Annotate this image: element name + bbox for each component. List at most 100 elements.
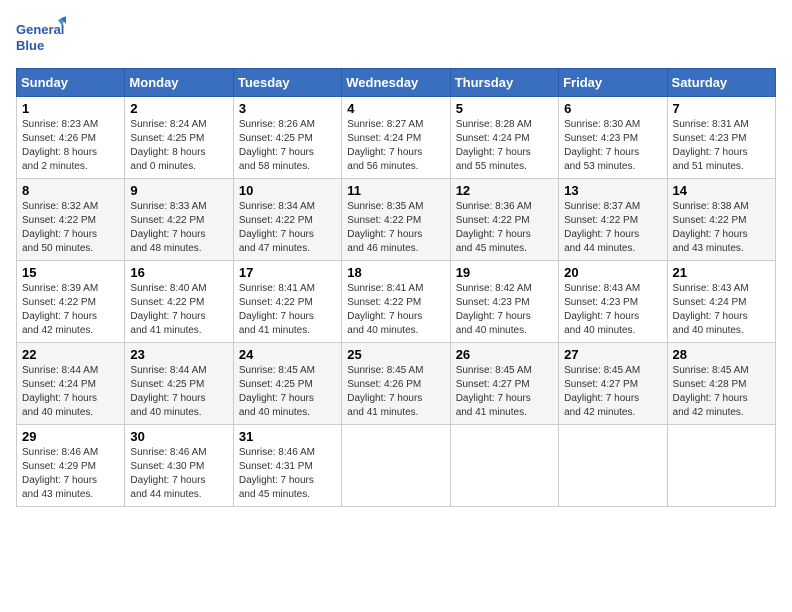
- day-info: Sunrise: 8:45 AMSunset: 4:26 PMDaylight:…: [347, 365, 423, 418]
- day-number: 1: [22, 101, 119, 116]
- day-number: 12: [456, 183, 553, 198]
- calendar-cell: [342, 425, 450, 507]
- calendar-cell: 7 Sunrise: 8:31 AMSunset: 4:23 PMDaylight…: [667, 97, 775, 179]
- day-number: 9: [130, 183, 227, 198]
- calendar-week-row: 8 Sunrise: 8:32 AMSunset: 4:22 PMDaylight…: [17, 179, 776, 261]
- weekday-header: Friday: [559, 69, 667, 97]
- day-info: Sunrise: 8:44 AMSunset: 4:24 PMDaylight:…: [22, 365, 98, 418]
- svg-text:Blue: Blue: [16, 38, 44, 53]
- weekday-header: Thursday: [450, 69, 558, 97]
- day-info: Sunrise: 8:34 AMSunset: 4:22 PMDaylight:…: [239, 201, 315, 254]
- day-number: 4: [347, 101, 444, 116]
- day-info: Sunrise: 8:41 AMSunset: 4:22 PMDaylight:…: [347, 283, 423, 336]
- calendar-cell: [667, 425, 775, 507]
- day-number: 25: [347, 347, 444, 362]
- weekday-header: Tuesday: [233, 69, 341, 97]
- day-number: 17: [239, 265, 336, 280]
- calendar-cell: 29 Sunrise: 8:46 AMSunset: 4:29 PMDayligh…: [17, 425, 125, 507]
- day-number: 14: [673, 183, 770, 198]
- day-info: Sunrise: 8:46 AMSunset: 4:29 PMDaylight:…: [22, 447, 98, 500]
- calendar-cell: 14 Sunrise: 8:38 AMSunset: 4:22 PMDayligh…: [667, 179, 775, 261]
- day-info: Sunrise: 8:37 AMSunset: 4:22 PMDaylight:…: [564, 201, 640, 254]
- calendar-cell: 30 Sunrise: 8:46 AMSunset: 4:30 PMDayligh…: [125, 425, 233, 507]
- calendar-cell: [559, 425, 667, 507]
- day-info: Sunrise: 8:38 AMSunset: 4:22 PMDaylight:…: [673, 201, 749, 254]
- day-info: Sunrise: 8:44 AMSunset: 4:25 PMDaylight:…: [130, 365, 206, 418]
- logo: General Blue: [16, 16, 66, 60]
- day-info: Sunrise: 8:27 AMSunset: 4:24 PMDaylight:…: [347, 119, 423, 172]
- calendar-week-row: 15Sunrise: 8:39 AMSunset: 4:22 PMDayligh…: [17, 261, 776, 343]
- calendar-cell: 5 Sunrise: 8:28 AMSunset: 4:24 PMDaylight…: [450, 97, 558, 179]
- calendar-cell: 19 Sunrise: 8:42 AMSunset: 4:23 PMDayligh…: [450, 261, 558, 343]
- day-info: Sunrise: 8:43 AMSunset: 4:23 PMDaylight:…: [564, 283, 640, 336]
- calendar-week-row: 22 Sunrise: 8:44 AMSunset: 4:24 PMDayligh…: [17, 343, 776, 425]
- calendar-cell: 25 Sunrise: 8:45 AMSunset: 4:26 PMDayligh…: [342, 343, 450, 425]
- logo-icon: General Blue: [16, 16, 66, 60]
- calendar-cell: 9Sunrise: 8:33 AMSunset: 4:22 PMDaylight…: [125, 179, 233, 261]
- calendar-cell: 3 Sunrise: 8:26 AMSunset: 4:25 PMDaylight…: [233, 97, 341, 179]
- day-number: 3: [239, 101, 336, 116]
- day-number: 18: [347, 265, 444, 280]
- calendar-cell: 20 Sunrise: 8:43 AMSunset: 4:23 PMDayligh…: [559, 261, 667, 343]
- calendar-week-row: 1 Sunrise: 8:23 AMSunset: 4:26 PMDaylight…: [17, 97, 776, 179]
- day-info: Sunrise: 8:31 AMSunset: 4:23 PMDaylight:…: [673, 119, 749, 172]
- day-number: 31: [239, 429, 336, 444]
- calendar-cell: 28 Sunrise: 8:45 AMSunset: 4:28 PMDayligh…: [667, 343, 775, 425]
- calendar-cell: 11 Sunrise: 8:35 AMSunset: 4:22 PMDayligh…: [342, 179, 450, 261]
- day-number: 23: [130, 347, 227, 362]
- calendar-cell: 27Sunrise: 8:45 AMSunset: 4:27 PMDayligh…: [559, 343, 667, 425]
- day-number: 20: [564, 265, 661, 280]
- calendar-cell: 18 Sunrise: 8:41 AMSunset: 4:22 PMDayligh…: [342, 261, 450, 343]
- day-number: 7: [673, 101, 770, 116]
- calendar-cell: [450, 425, 558, 507]
- day-info: Sunrise: 8:35 AMSunset: 4:22 PMDaylight:…: [347, 201, 423, 254]
- day-info: Sunrise: 8:46 AMSunset: 4:30 PMDaylight:…: [130, 447, 206, 500]
- day-number: 11: [347, 183, 444, 198]
- day-info: Sunrise: 8:45 AMSunset: 4:25 PMDaylight:…: [239, 365, 315, 418]
- day-number: 22: [22, 347, 119, 362]
- day-info: Sunrise: 8:46 AMSunset: 4:31 PMDaylight:…: [239, 447, 315, 500]
- day-info: Sunrise: 8:45 AMSunset: 4:27 PMDaylight:…: [564, 365, 640, 418]
- day-number: 21: [673, 265, 770, 280]
- day-number: 30: [130, 429, 227, 444]
- day-info: Sunrise: 8:45 AMSunset: 4:28 PMDaylight:…: [673, 365, 749, 418]
- weekday-header-row: SundayMondayTuesdayWednesdayThursdayFrid…: [17, 69, 776, 97]
- day-number: 8: [22, 183, 119, 198]
- calendar-cell: 13 Sunrise: 8:37 AMSunset: 4:22 PMDayligh…: [559, 179, 667, 261]
- calendar-cell: 12 Sunrise: 8:36 AMSunset: 4:22 PMDayligh…: [450, 179, 558, 261]
- calendar-cell: 10 Sunrise: 8:34 AMSunset: 4:22 PMDayligh…: [233, 179, 341, 261]
- day-info: Sunrise: 8:26 AMSunset: 4:25 PMDaylight:…: [239, 119, 315, 172]
- day-number: 19: [456, 265, 553, 280]
- weekday-header: Saturday: [667, 69, 775, 97]
- day-number: 2: [130, 101, 227, 116]
- calendar-cell: 1 Sunrise: 8:23 AMSunset: 4:26 PMDaylight…: [17, 97, 125, 179]
- calendar-week-row: 29 Sunrise: 8:46 AMSunset: 4:29 PMDayligh…: [17, 425, 776, 507]
- day-info: Sunrise: 8:28 AMSunset: 4:24 PMDaylight:…: [456, 119, 532, 172]
- day-number: 6: [564, 101, 661, 116]
- calendar-cell: 26Sunrise: 8:45 AMSunset: 4:27 PMDayligh…: [450, 343, 558, 425]
- calendar-cell: 2 Sunrise: 8:24 AMSunset: 4:25 PMDaylight…: [125, 97, 233, 179]
- day-info: Sunrise: 8:36 AMSunset: 4:22 PMDaylight:…: [456, 201, 532, 254]
- day-number: 10: [239, 183, 336, 198]
- day-info: Sunrise: 8:42 AMSunset: 4:23 PMDaylight:…: [456, 283, 532, 336]
- calendar-cell: 24 Sunrise: 8:45 AMSunset: 4:25 PMDayligh…: [233, 343, 341, 425]
- weekday-header: Monday: [125, 69, 233, 97]
- day-info: Sunrise: 8:24 AMSunset: 4:25 PMDaylight:…: [130, 119, 206, 172]
- day-info: Sunrise: 8:23 AMSunset: 4:26 PMDaylight:…: [22, 119, 98, 172]
- day-info: Sunrise: 8:39 AMSunset: 4:22 PMDaylight:…: [22, 283, 98, 336]
- day-info: Sunrise: 8:40 AMSunset: 4:22 PMDaylight:…: [130, 283, 206, 336]
- weekday-header: Sunday: [17, 69, 125, 97]
- day-number: 24: [239, 347, 336, 362]
- calendar-cell: 16 Sunrise: 8:40 AMSunset: 4:22 PMDayligh…: [125, 261, 233, 343]
- day-number: 29: [22, 429, 119, 444]
- day-number: 16: [130, 265, 227, 280]
- day-info: Sunrise: 8:41 AMSunset: 4:22 PMDaylight:…: [239, 283, 315, 336]
- day-number: 13: [564, 183, 661, 198]
- weekday-header: Wednesday: [342, 69, 450, 97]
- day-number: 5: [456, 101, 553, 116]
- calendar-cell: 17 Sunrise: 8:41 AMSunset: 4:22 PMDayligh…: [233, 261, 341, 343]
- day-number: 28: [673, 347, 770, 362]
- calendar-cell: 8 Sunrise: 8:32 AMSunset: 4:22 PMDaylight…: [17, 179, 125, 261]
- day-info: Sunrise: 8:32 AMSunset: 4:22 PMDaylight:…: [22, 201, 98, 254]
- calendar-cell: 6Sunrise: 8:30 AMSunset: 4:23 PMDaylight…: [559, 97, 667, 179]
